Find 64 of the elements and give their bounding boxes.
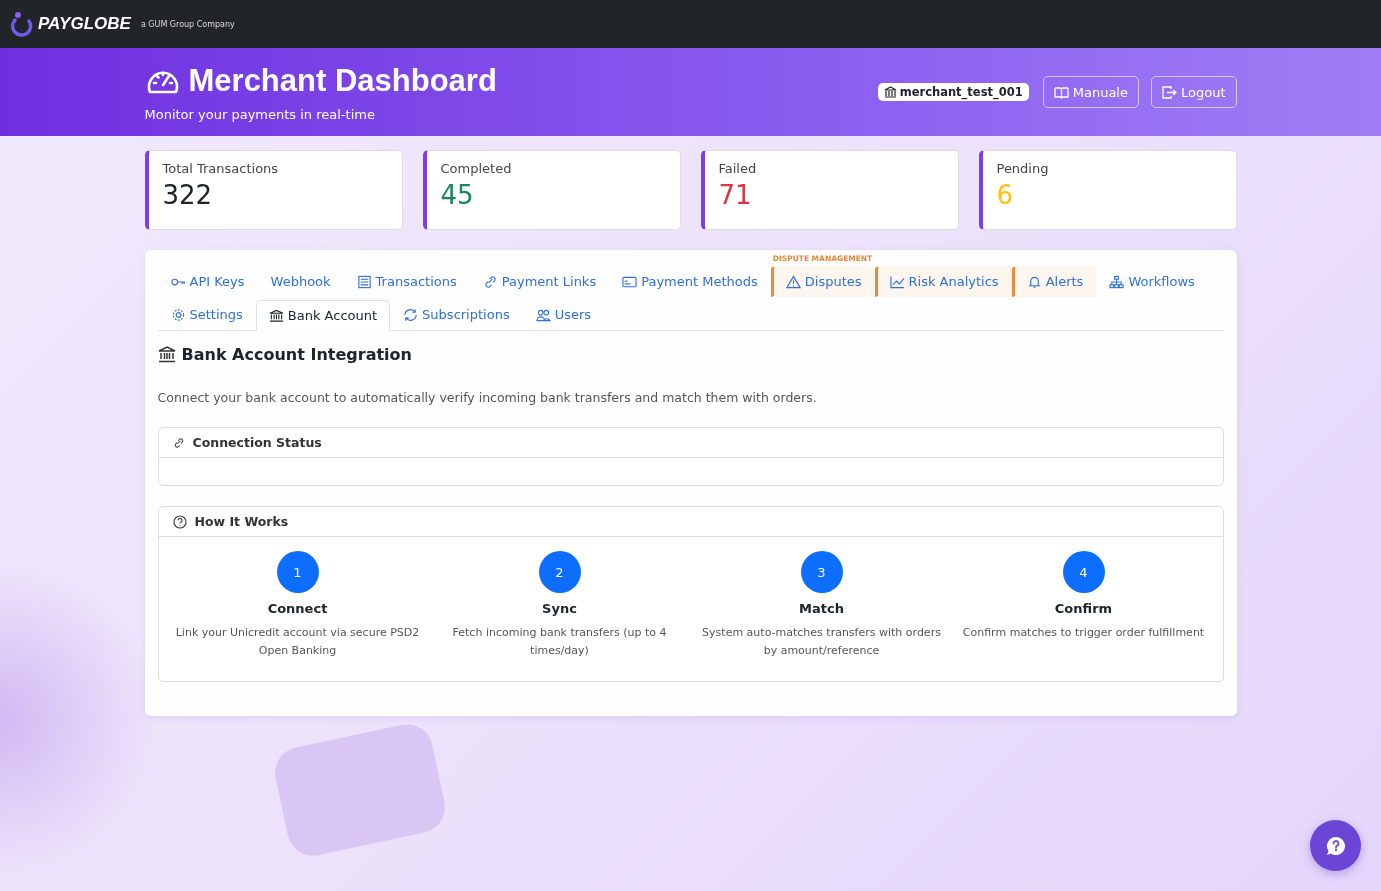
page-title: Merchant Dashboard xyxy=(188,62,497,99)
manual-button[interactable]: Manuale xyxy=(1042,76,1139,108)
tab[interactable]: Settings xyxy=(157,299,256,330)
stat-label: Total Transactions xyxy=(162,161,280,176)
tab[interactable]: Alerts xyxy=(1011,266,1097,297)
card-icon xyxy=(622,274,638,289)
tab[interactable]: Payment Links xyxy=(469,266,610,297)
section-title: Bank Account Integration xyxy=(181,345,412,364)
list-icon xyxy=(356,274,372,289)
merchant-badge: merchant_test_001 xyxy=(877,83,1029,101)
tab[interactable]: Webhook xyxy=(257,266,344,297)
step-title: Confirm xyxy=(1054,601,1113,616)
stat-value: 6 xyxy=(996,180,1015,210)
tab[interactable]: Users xyxy=(522,299,605,330)
step-description: Confirm matches to trigger order fulfillment xyxy=(962,625,1205,641)
logout-button[interactable]: Logout xyxy=(1151,76,1237,108)
stat-label: Failed xyxy=(718,161,758,176)
refresh-icon xyxy=(403,307,419,322)
brand-name: PAYGLOBE xyxy=(38,14,131,34)
tab[interactable]: Transactions xyxy=(343,266,470,297)
users-icon xyxy=(535,307,551,322)
chart-icon xyxy=(889,274,905,289)
stat-value: 45 xyxy=(440,180,475,210)
tab[interactable]: Disputes xyxy=(770,266,875,297)
stat-value: 322 xyxy=(162,180,214,210)
help-icon xyxy=(172,514,187,529)
brand-tagline: a GUM Group Company xyxy=(140,19,235,29)
step-description: System auto-matches transfers with orders by amount/reference xyxy=(701,625,942,659)
tab[interactable]: Bank Account xyxy=(255,300,391,331)
step-title: Connect xyxy=(267,601,328,616)
panel-title: Connection Status xyxy=(192,435,322,450)
logo-icon xyxy=(10,11,34,37)
link-icon xyxy=(172,436,185,449)
step-number: 4 xyxy=(1062,551,1105,593)
tab[interactable]: Risk Analytics xyxy=(874,266,1012,297)
section-description: Connect your bank account to automatically verify incoming bank transfers and match them with orders. xyxy=(157,390,818,405)
tab[interactable]: Workflows xyxy=(1096,266,1208,297)
chat-help-icon xyxy=(1324,834,1347,857)
bank-icon xyxy=(268,308,284,323)
flow-icon xyxy=(1109,274,1125,289)
step-number: 2 xyxy=(538,551,581,593)
tab[interactable]: API Keys xyxy=(157,266,258,297)
gear-icon xyxy=(170,307,186,322)
stat-label: Completed xyxy=(440,161,513,176)
tab[interactable]: Payment Methods xyxy=(609,266,771,297)
step-description: Fetch incoming bank transfers (up to 4 times/day) xyxy=(451,625,668,659)
bank-icon xyxy=(883,86,897,98)
panel-title: How It Works xyxy=(194,514,289,529)
step-title: Sync xyxy=(542,601,577,616)
help-chat-button[interactable] xyxy=(1310,820,1361,871)
bank-icon xyxy=(157,346,176,363)
step-description: Link your Unicredit account via secure PSD2 Open Banking xyxy=(174,625,421,659)
stat-label: Pending xyxy=(996,161,1050,176)
step-number: 1 xyxy=(276,551,319,593)
book-icon xyxy=(1053,85,1069,99)
step-number: 3 xyxy=(800,551,843,593)
step-title: Match xyxy=(799,601,844,616)
warning-icon xyxy=(785,274,801,289)
bell-icon xyxy=(1026,274,1042,289)
page-subtitle: Monitor your payments in real-time xyxy=(144,106,376,122)
stat-value: 71 xyxy=(718,180,753,210)
logout-icon xyxy=(1162,85,1177,99)
tab[interactable]: Subscriptions xyxy=(390,299,523,330)
link-icon xyxy=(482,274,498,289)
